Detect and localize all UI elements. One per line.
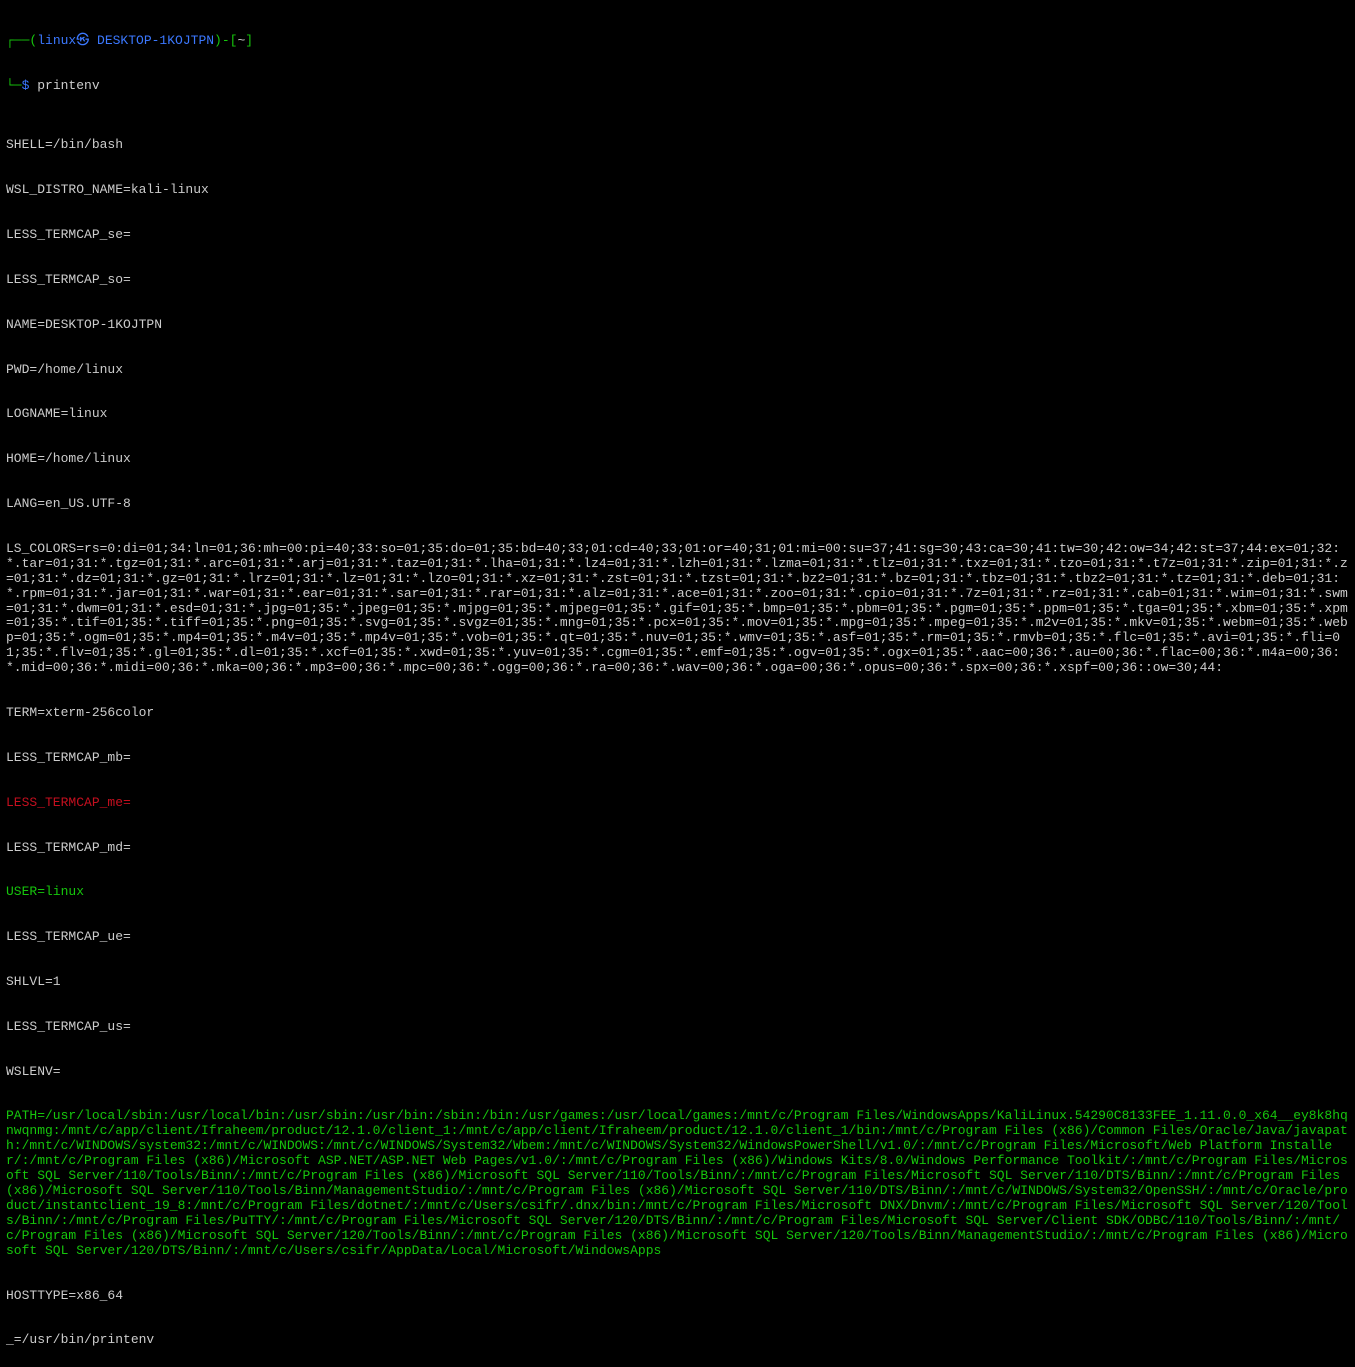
env-wslenv: WSLENV= xyxy=(6,1065,1349,1080)
prompt-bracket: )-[ xyxy=(214,33,237,48)
terminal-output[interactable]: ┌──(linux㉿ DESKTOP-1KOJTPN)-[~] └─$ prin… xyxy=(0,0,1355,1367)
prompt-close: ] xyxy=(245,33,253,48)
prompt-arrow: └─ xyxy=(6,78,22,93)
env-user: USER=linux xyxy=(6,885,1349,900)
env-logname: LOGNAME=linux xyxy=(6,407,1349,422)
prompt-dollar: $ xyxy=(22,78,38,93)
env-less-so: LESS_TERMCAP_so= xyxy=(6,273,1349,288)
prompt-line-2: └─$ printenv xyxy=(6,79,1349,94)
env-lang: LANG=en_US.UTF-8 xyxy=(6,497,1349,512)
env-name: NAME=DESKTOP-1KOJTPN xyxy=(6,318,1349,333)
env-ls-colors: LS_COLORS=rs=0:di=01;34:ln=01;36:mh=00:p… xyxy=(6,542,1349,676)
env-less-me: LESS_TERMCAP_me= xyxy=(6,796,1349,811)
env-hosttype: HOSTTYPE=x86_64 xyxy=(6,1289,1349,1304)
env-underscore: _=/usr/bin/printenv xyxy=(6,1333,1349,1348)
env-shell: SHELL=/bin/bash xyxy=(6,138,1349,153)
env-less-mb: LESS_TERMCAP_mb= xyxy=(6,751,1349,766)
env-shlvl: SHLVL=1 xyxy=(6,975,1349,990)
env-wsl-distro: WSL_DISTRO_NAME=kali-linux xyxy=(6,183,1349,198)
env-less-md: LESS_TERMCAP_md= xyxy=(6,841,1349,856)
env-less-us: LESS_TERMCAP_us= xyxy=(6,1020,1349,1035)
prompt-line-1: ┌──(linux㉿ DESKTOP-1KOJTPN)-[~] xyxy=(6,34,1349,49)
env-less-ue: LESS_TERMCAP_ue= xyxy=(6,930,1349,945)
command: printenv xyxy=(37,78,99,93)
prompt-open: ┌──( xyxy=(6,33,37,48)
env-term: TERM=xterm-256color xyxy=(6,706,1349,721)
env-path: PATH=/usr/local/sbin:/usr/local/bin:/usr… xyxy=(6,1109,1349,1258)
env-home: HOME=/home/linux xyxy=(6,452,1349,467)
user-host: linux㉿ DESKTOP-1KOJTPN xyxy=(37,33,214,48)
env-pwd: PWD=/home/linux xyxy=(6,363,1349,378)
env-less-se: LESS_TERMCAP_se= xyxy=(6,228,1349,243)
